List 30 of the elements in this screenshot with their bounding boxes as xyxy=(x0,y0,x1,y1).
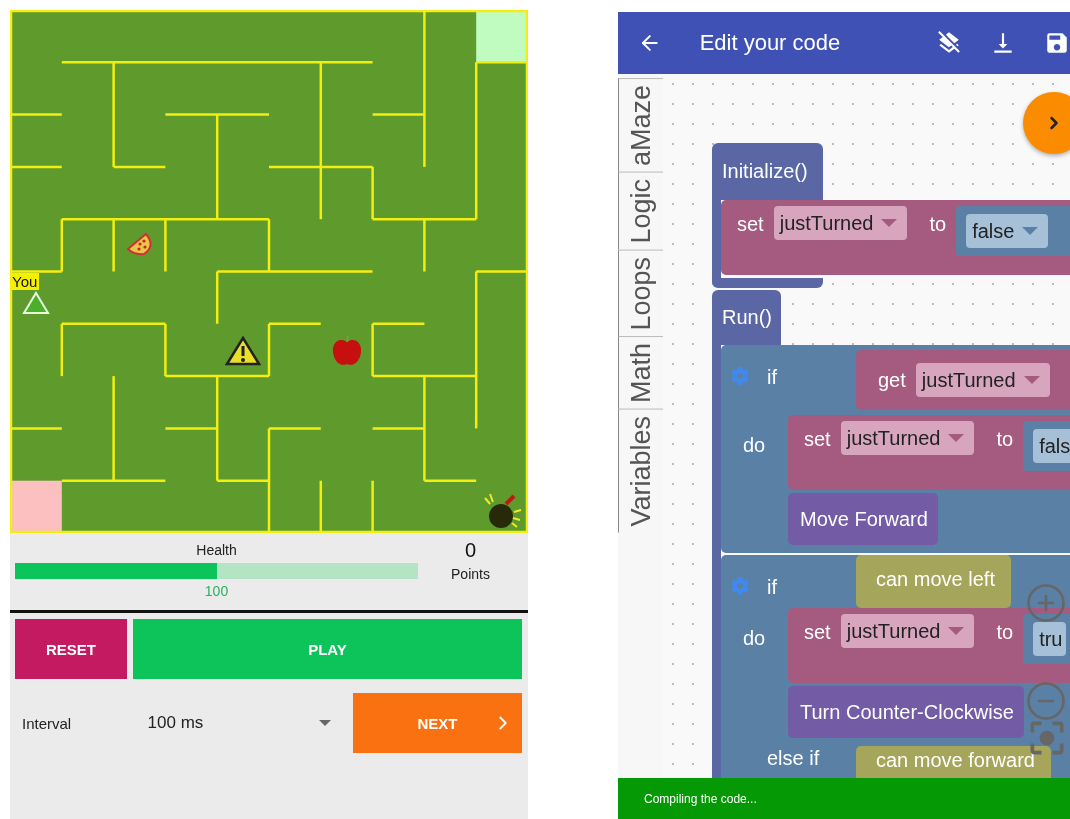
set-block[interactable]: set justTurned to tru xyxy=(788,608,1070,683)
get-block[interactable]: get justTurned xyxy=(856,350,1070,410)
set-block[interactable]: set justTurned to fals xyxy=(788,415,1070,490)
value-dropdown[interactable]: fals xyxy=(1033,429,1070,463)
if-keyword: if xyxy=(767,365,777,390)
action-block[interactable]: Turn Counter-Clockwise xyxy=(788,686,1024,738)
interval-label: Interval xyxy=(22,714,73,732)
health-label: Health xyxy=(196,541,237,559)
do-keyword: do xyxy=(743,434,766,456)
variable-dropdown[interactable]: justTurned xyxy=(915,363,1050,397)
value-dropdown[interactable]: tru xyxy=(1033,622,1067,656)
action-block[interactable]: Move Forward xyxy=(788,493,938,545)
do-keyword: do xyxy=(743,627,766,649)
set-block[interactable]: set justTurned to false xyxy=(721,200,1070,275)
event-block[interactable]: Initialize() xyxy=(712,143,823,200)
points-label: Points xyxy=(451,565,490,583)
event-block[interactable]: Run() xyxy=(712,290,781,345)
variable-dropdown[interactable]: justTurned xyxy=(840,614,975,648)
health-value: 100 xyxy=(204,583,229,599)
player-label: You xyxy=(10,273,40,290)
if-keyword: else if xyxy=(767,746,820,770)
points-value: 0 xyxy=(464,539,477,561)
if-keyword: if xyxy=(767,575,777,600)
variable-dropdown[interactable]: justTurned xyxy=(773,206,908,240)
snackbar-message: Compiling the code... xyxy=(644,791,757,806)
app-bar-title: Edit your code xyxy=(699,30,842,56)
value-dropdown[interactable]: false xyxy=(966,214,1049,248)
reset-button[interactable]: RESET xyxy=(15,619,127,679)
interval-dropdown[interactable]: 100 ms xyxy=(147,713,337,733)
variable-dropdown[interactable]: justTurned xyxy=(840,421,975,455)
